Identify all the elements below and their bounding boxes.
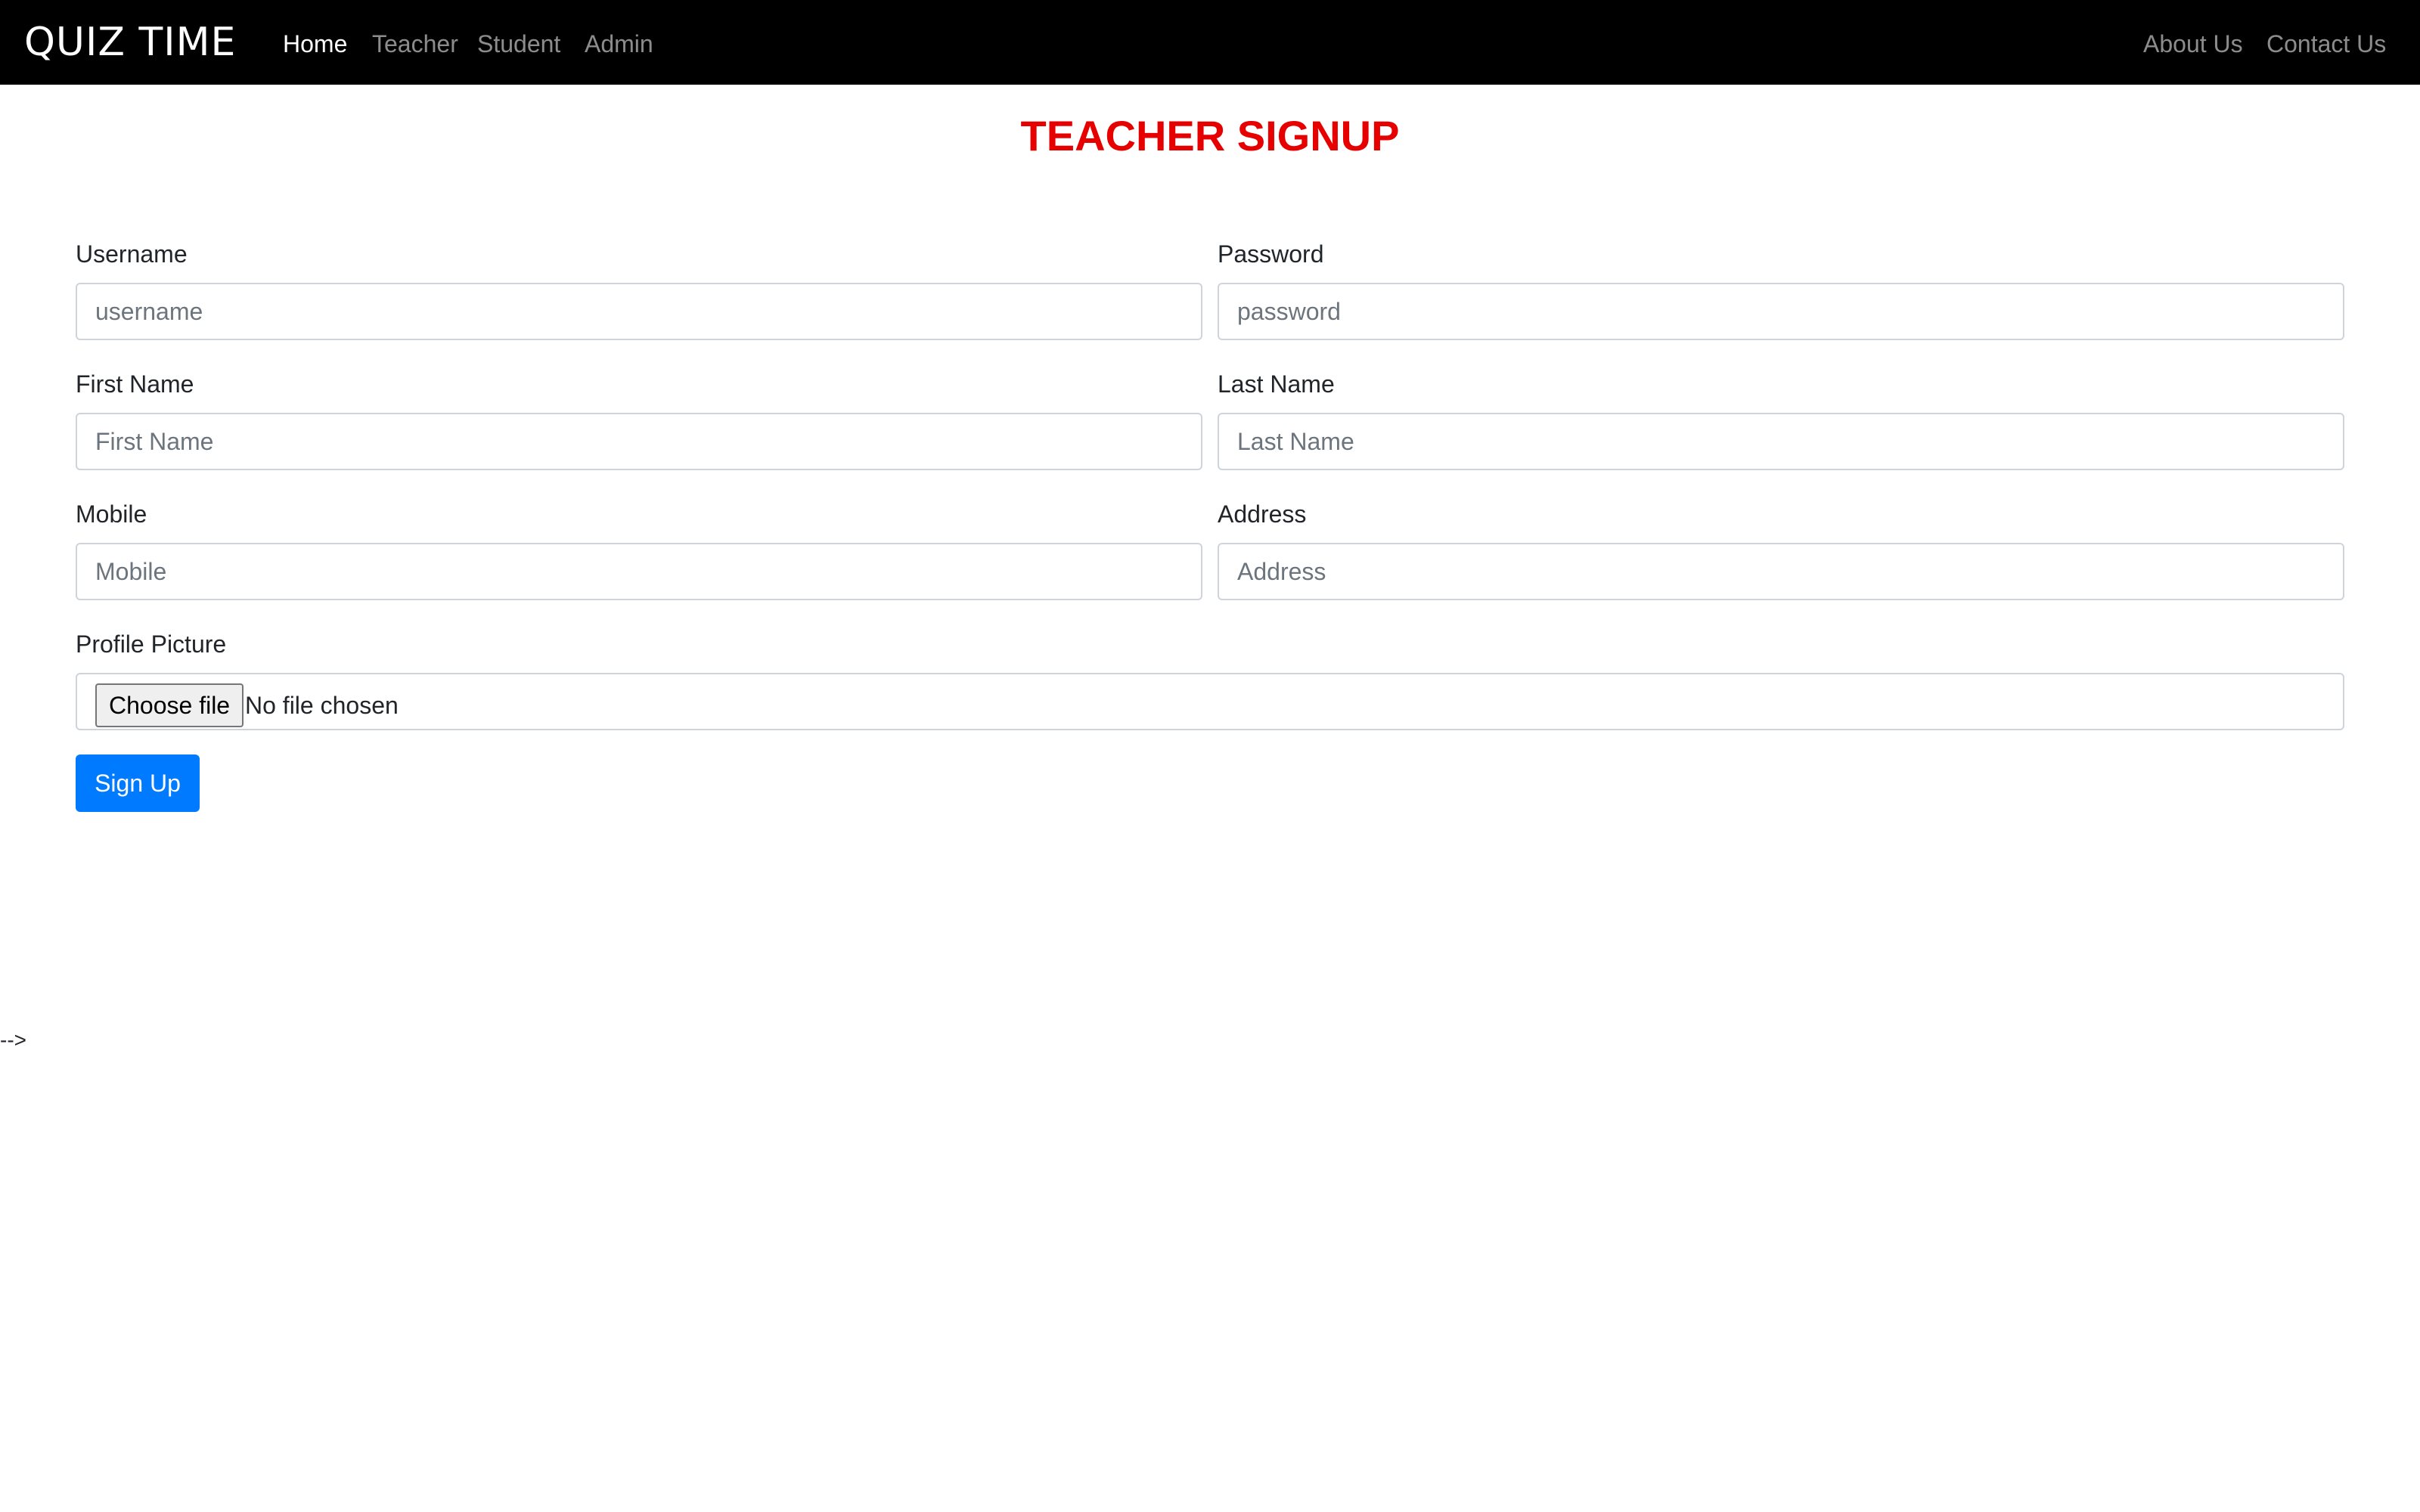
password-input[interactable] — [1218, 283, 2344, 340]
last-name-input[interactable] — [1218, 413, 2344, 470]
username-input[interactable] — [76, 283, 1202, 340]
profile-picture-file-input[interactable]: Choose file No file chosen — [76, 673, 2344, 730]
sign-up-button[interactable]: Sign Up — [76, 754, 200, 812]
file-status-text: No file chosen — [245, 692, 399, 719]
nav-admin[interactable]: Admin — [585, 23, 653, 65]
mobile-label: Mobile — [76, 500, 147, 528]
password-label: Password — [1218, 240, 1324, 268]
navbar: QUIZ TIME Home Teacher Student Admin Abo… — [0, 0, 2420, 85]
brand-logo[interactable]: QUIZ TIME — [24, 17, 236, 68]
nav-student[interactable]: Student — [477, 23, 560, 65]
first-name-input[interactable] — [76, 413, 1202, 470]
nav-about-us[interactable]: About Us — [2143, 23, 2243, 65]
nav-home[interactable]: Home — [283, 23, 347, 65]
nav-teacher[interactable]: Teacher — [372, 23, 458, 65]
nav-contact-us[interactable]: Contact Us — [2266, 23, 2386, 65]
address-label: Address — [1218, 500, 1307, 528]
profile-picture-label: Profile Picture — [76, 631, 227, 658]
stray-comment-text: --> — [0, 1028, 26, 1052]
page-title: TEACHER SIGNUP — [1020, 112, 1400, 160]
address-input[interactable] — [1218, 543, 2344, 600]
username-label: Username — [76, 240, 188, 268]
choose-file-button[interactable]: Choose file — [95, 683, 244, 727]
mobile-input[interactable] — [76, 543, 1202, 600]
first-name-label: First Name — [76, 370, 194, 398]
last-name-label: Last Name — [1218, 370, 1335, 398]
